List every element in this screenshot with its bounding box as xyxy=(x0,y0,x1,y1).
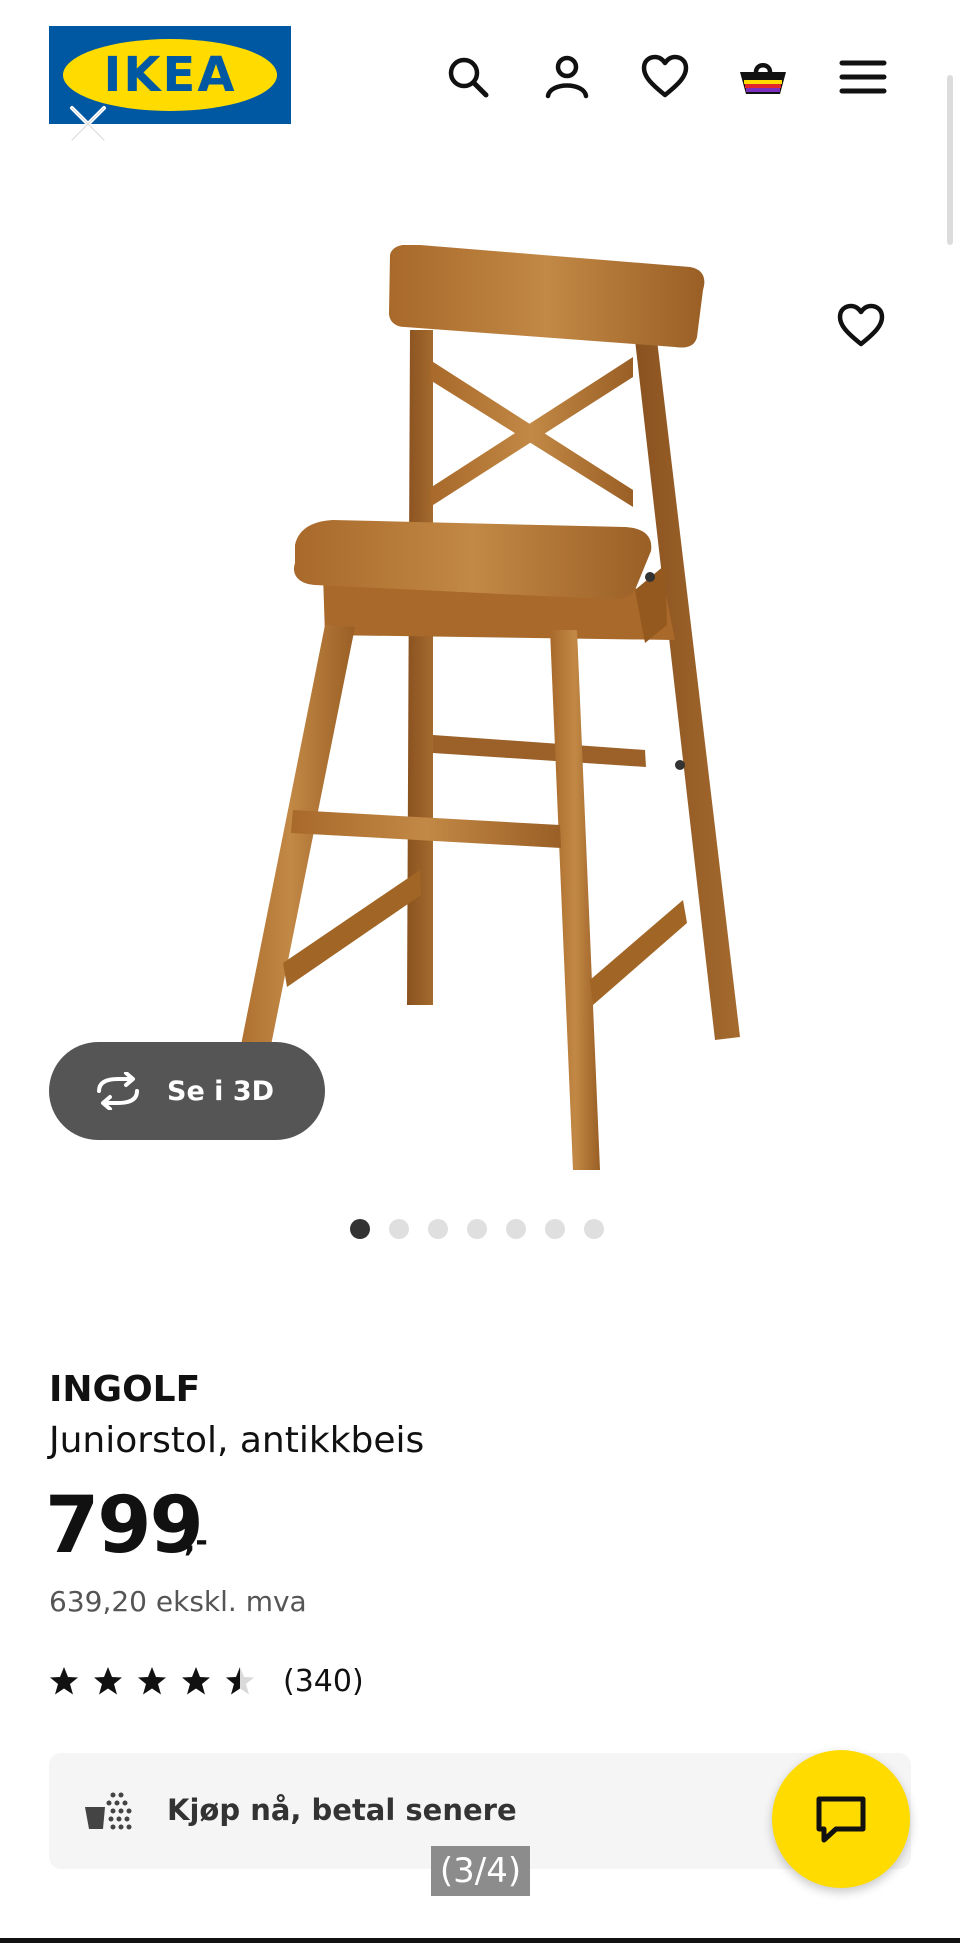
basket-icon[interactable] xyxy=(738,52,788,102)
carousel-dot[interactable] xyxy=(506,1219,526,1239)
star-icon xyxy=(182,1667,210,1695)
carousel-dot[interactable] xyxy=(389,1219,409,1239)
scrollbar[interactable] xyxy=(947,75,953,245)
star-icon xyxy=(94,1667,122,1695)
price-excl-vat: 639,20 ekskl. mva xyxy=(49,1585,307,1618)
review-count[interactable]: (340) xyxy=(283,1662,364,1702)
star-icon xyxy=(50,1667,78,1695)
carousel-dot[interactable] xyxy=(584,1219,604,1239)
rating-stars[interactable] xyxy=(49,1666,255,1696)
chat-icon xyxy=(816,1796,866,1843)
logo-text: IKEA xyxy=(103,47,237,103)
product-description: Juniorstol, antikkbeis xyxy=(49,1420,425,1461)
search-icon[interactable] xyxy=(443,52,493,102)
add-to-favorites-icon[interactable] xyxy=(836,301,886,351)
carousel-dot[interactable] xyxy=(350,1219,370,1239)
star-icon xyxy=(138,1667,166,1695)
close-icon[interactable] xyxy=(66,102,110,146)
carousel-dot[interactable] xyxy=(428,1219,448,1239)
view-3d-button[interactable]: Se i 3D xyxy=(49,1042,325,1140)
product-price: 799 xyxy=(45,1481,204,1571)
chat-button[interactable] xyxy=(772,1750,910,1888)
view-3d-label: Se i 3D xyxy=(167,1075,275,1107)
account-icon[interactable] xyxy=(542,52,592,102)
installment-icon xyxy=(83,1789,135,1838)
page-indicator: (3/4) xyxy=(431,1846,530,1896)
bottom-bar xyxy=(0,1938,960,1943)
rotate-3d-icon xyxy=(97,1072,139,1110)
product-name: INGOLF xyxy=(49,1369,201,1410)
heart-icon[interactable] xyxy=(640,52,690,102)
carousel-dots xyxy=(350,1219,604,1239)
financing-label: Kjøp nå, betal senere xyxy=(167,1793,517,1827)
price-suffix: ,- xyxy=(184,1524,208,1559)
half-star-icon xyxy=(226,1667,254,1695)
carousel-dot[interactable] xyxy=(545,1219,565,1239)
menu-icon[interactable] xyxy=(838,52,888,102)
carousel-dot[interactable] xyxy=(467,1219,487,1239)
